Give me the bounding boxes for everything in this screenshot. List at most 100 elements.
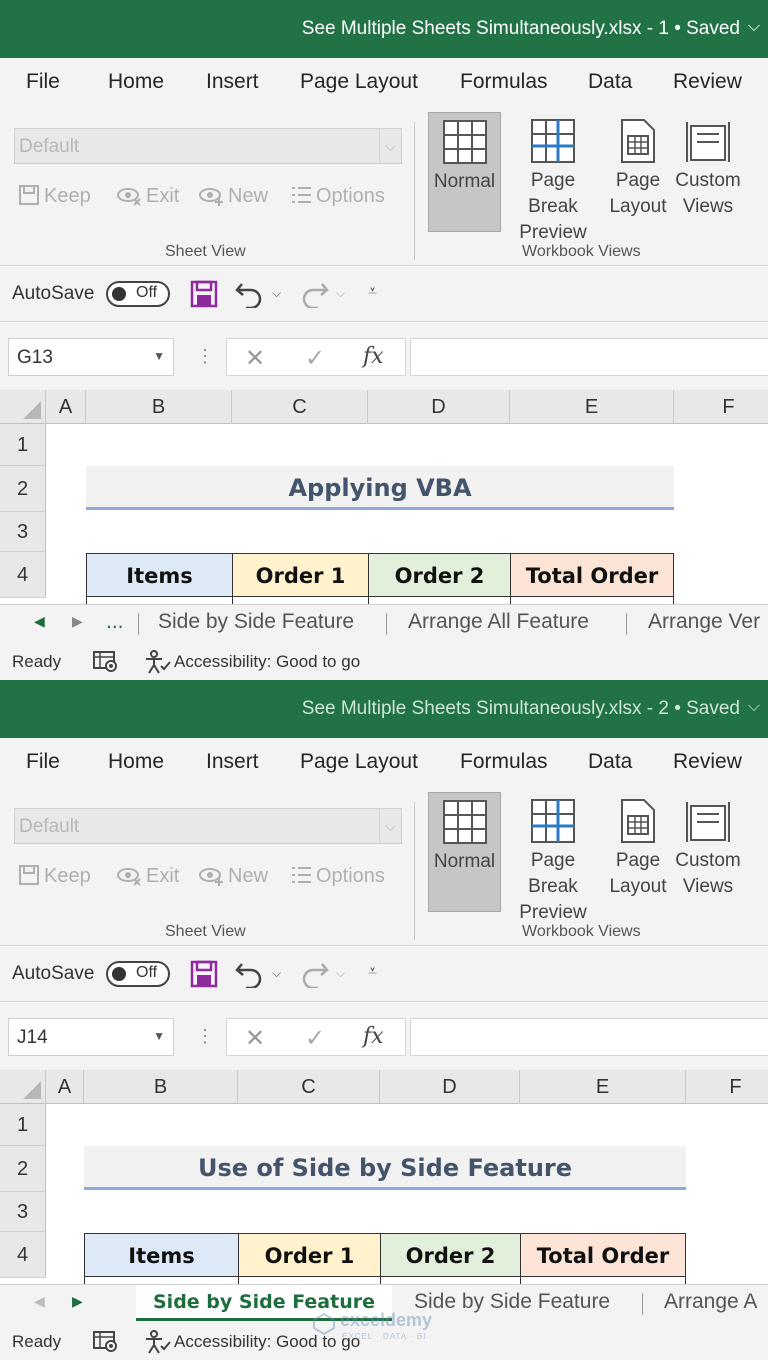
name-box[interactable]: J14 ▼ [8, 1018, 174, 1056]
page-break-preview-button[interactable]: Page Break Preview [504, 792, 602, 923]
chevron-down-icon[interactable]: ⌵ [336, 286, 345, 301]
macro-record-icon[interactable] [92, 1330, 118, 1352]
menu-formulas[interactable]: Formulas [460, 70, 548, 94]
redo-icon[interactable] [300, 280, 330, 308]
options-button[interactable]: Options [290, 864, 385, 894]
exit-button[interactable]: Exit [116, 864, 179, 894]
scroll-tabs-right-icon[interactable]: ▶ [72, 613, 83, 630]
undo-icon[interactable] [234, 280, 264, 308]
insert-function-button[interactable]: fx [363, 344, 384, 369]
page-layout-button[interactable]: Page Layout [606, 792, 670, 912]
cancel-icon[interactable]: ✕ [245, 344, 265, 373]
tab-arrange-all[interactable]: Arrange A [664, 1285, 757, 1321]
formula-input[interactable] [410, 1018, 768, 1056]
row-header-1[interactable]: 1 [0, 424, 46, 466]
column-header-f[interactable]: F [674, 390, 768, 424]
tab-arrange-all-feature[interactable]: Arrange All Feature [408, 605, 589, 641]
scroll-tabs-left-icon[interactable]: ◀ [34, 1293, 45, 1310]
row-header-4[interactable]: 4 [0, 1232, 46, 1278]
name-box[interactable]: G13 ▼ [8, 338, 174, 376]
chevron-down-icon[interactable]: ⌵ [272, 286, 281, 301]
normal-view-button[interactable]: Normal [428, 792, 501, 912]
new-button[interactable]: New [198, 184, 268, 214]
page-layout-button[interactable]: Page Layout [606, 112, 670, 232]
column-header-d[interactable]: D [368, 390, 510, 424]
menu-page-layout[interactable]: Page Layout [300, 70, 418, 94]
worksheet-grid[interactable]: A B C D E F 1 2 3 4 Use of Side by Side … [0, 1070, 768, 1284]
row-header-2[interactable]: 2 [0, 1146, 46, 1192]
tab-arrange-vertical[interactable]: Arrange Ver [648, 605, 760, 641]
column-header-b[interactable]: B [84, 1070, 238, 1104]
select-all-corner[interactable] [0, 1070, 46, 1104]
menu-file[interactable]: File [26, 750, 60, 774]
column-header-c[interactable]: C [238, 1070, 380, 1104]
column-header-a[interactable]: A [46, 390, 86, 424]
undo-icon[interactable] [234, 960, 264, 988]
sheet-view-select[interactable]: Default ⌵ [14, 808, 402, 844]
menu-data[interactable]: Data [588, 70, 632, 94]
chevron-down-icon[interactable]: ⌵ [748, 698, 760, 716]
menu-formulas[interactable]: Formulas [460, 750, 548, 774]
customize-toolbar-icon[interactable]: ⩡ [368, 283, 377, 301]
select-all-corner[interactable] [0, 390, 46, 424]
column-header-c[interactable]: C [232, 390, 368, 424]
scroll-tabs-left-icon[interactable]: ◀ [34, 613, 45, 630]
redo-icon[interactable] [300, 960, 330, 988]
column-header-e[interactable]: E [520, 1070, 686, 1104]
column-header-e[interactable]: E [510, 390, 674, 424]
row-header-3[interactable]: 3 [0, 512, 46, 552]
normal-view-button[interactable]: Normal [428, 112, 501, 232]
keep-button[interactable]: Keep [18, 864, 91, 894]
row-header-3[interactable]: 3 [0, 1192, 46, 1232]
column-header-f[interactable]: F [686, 1070, 768, 1104]
formula-input[interactable] [410, 338, 768, 376]
enter-icon[interactable]: ✓ [305, 344, 325, 373]
menu-home[interactable]: Home [108, 750, 164, 774]
sheet-view-select[interactable]: Default ⌵ [14, 128, 402, 164]
table-header-order-1: Order 1 [232, 553, 369, 597]
column-header-a[interactable]: A [46, 1070, 84, 1104]
row-header-2[interactable]: 2 [0, 466, 46, 512]
column-header-d[interactable]: D [380, 1070, 520, 1104]
menu-review[interactable]: Review [673, 70, 742, 94]
accessibility-icon[interactable] [144, 650, 172, 674]
exit-button[interactable]: Exit [116, 184, 179, 214]
autosave-toggle[interactable]: Off [106, 281, 170, 307]
custom-views-button[interactable]: Custom Views [672, 792, 744, 912]
custom-views-button[interactable]: Custom Views [672, 112, 744, 232]
menu-file[interactable]: File [26, 70, 60, 94]
menu-page-layout[interactable]: Page Layout [300, 750, 418, 774]
options-button[interactable]: Options [290, 184, 385, 214]
menu-home[interactable]: Home [108, 70, 164, 94]
eye-plus-icon [199, 188, 223, 206]
save-icon[interactable] [190, 280, 218, 308]
row-header-4[interactable]: 4 [0, 552, 46, 598]
row-header-1[interactable]: 1 [0, 1104, 46, 1146]
chevron-down-icon[interactable]: ▼ [153, 1029, 165, 1043]
save-icon[interactable] [190, 960, 218, 988]
macro-record-icon[interactable] [92, 650, 118, 672]
column-header-b[interactable]: B [86, 390, 232, 424]
accessibility-icon[interactable] [144, 1330, 172, 1354]
cancel-icon[interactable]: ✕ [245, 1024, 265, 1053]
chevron-down-icon[interactable]: ⌵ [748, 18, 760, 36]
menu-data[interactable]: Data [588, 750, 632, 774]
autosave-toggle[interactable]: Off [106, 961, 170, 987]
insert-function-button[interactable]: fx [363, 1024, 384, 1049]
chevron-down-icon[interactable]: ⌵ [272, 966, 281, 981]
worksheet-grid[interactable]: A B C D E F 1 2 3 4 Applying VBA Items O… [0, 390, 768, 604]
chevron-down-icon[interactable]: ▼ [153, 349, 165, 363]
normal-view-label: Normal [433, 851, 496, 872]
menu-insert[interactable]: Insert [206, 750, 259, 774]
menu-insert[interactable]: Insert [206, 70, 259, 94]
scroll-tabs-right-icon[interactable]: ▶ [72, 1293, 83, 1310]
menu-review[interactable]: Review [673, 750, 742, 774]
keep-button[interactable]: Keep [18, 184, 91, 214]
page-break-preview-button[interactable]: Page Break Preview [504, 112, 602, 243]
new-button[interactable]: New [198, 864, 268, 894]
more-tabs-button[interactable]: ... [106, 605, 124, 641]
chevron-down-icon[interactable]: ⌵ [336, 966, 345, 981]
tab-side-by-side-feature[interactable]: Side by Side Feature [158, 605, 354, 641]
customize-toolbar-icon[interactable]: ⩡ [368, 963, 377, 981]
enter-icon[interactable]: ✓ [305, 1024, 325, 1053]
